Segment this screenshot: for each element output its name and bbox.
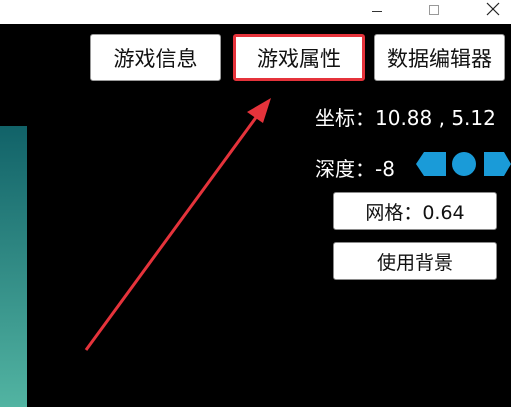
close-icon (486, 2, 500, 16)
coordinate-readout: 坐标：10.88 , 5.12 (315, 106, 496, 130)
minimize-button[interactable] (357, 0, 397, 24)
grid-button[interactable]: 网格：0.64 (333, 192, 497, 230)
maximize-icon (429, 5, 439, 15)
depth-readout: 深度：-8 (315, 157, 395, 181)
use-background-button[interactable]: 使用背景 (333, 242, 497, 280)
depth-decrease-icon[interactable] (416, 152, 446, 176)
data-editor-button[interactable]: 数据编辑器 (374, 34, 505, 81)
game-attributes-button[interactable]: 游戏属性 (233, 34, 365, 81)
minimize-icon (372, 11, 382, 12)
depth-controls[interactable] (416, 150, 511, 178)
window-titlebar (0, 0, 511, 24)
maximize-button[interactable] (414, 0, 454, 24)
depth-reset-icon[interactable] (452, 152, 476, 176)
depth-increase-icon[interactable] (484, 152, 511, 176)
scene-panel (0, 126, 27, 407)
game-info-button[interactable]: 游戏信息 (90, 34, 221, 81)
close-button[interactable] (472, 0, 511, 24)
